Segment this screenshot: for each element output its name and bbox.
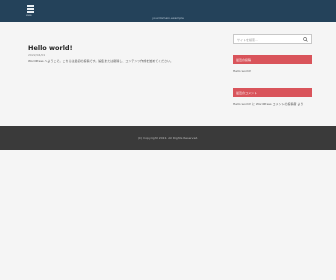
- hamburger-icon-bar: [27, 8, 34, 10]
- copyright-text: (C) Copyright 2022. All Rights Reserved.: [137, 136, 199, 140]
- post-excerpt: WordPress へようこそ。こちらは最初の投稿です。編集または削除し、コンテ…: [28, 59, 174, 63]
- hamburger-icon: [27, 5, 34, 7]
- recent-post-link[interactable]: Hello world!: [233, 69, 313, 74]
- post-date: 2022/04/01: [28, 53, 46, 57]
- post-title[interactable]: Hello world!: [28, 44, 73, 52]
- hamburger-icon-bar: [27, 11, 34, 13]
- site-header: MENU yourdomain.example: [0, 0, 336, 22]
- search-icon[interactable]: [303, 37, 308, 42]
- recent-posts-heading: 最近の投稿: [233, 55, 312, 64]
- recent-comments-heading-label: 最近のコメント: [236, 91, 258, 95]
- search-form[interactable]: サイトを検索…: [233, 34, 312, 44]
- recent-comments-heading: 最近のコメント: [233, 88, 312, 97]
- recent-comment-link[interactable]: Hello world! に WordPress コメントの投稿者 より: [233, 102, 313, 107]
- search-input[interactable]: サイトを検索…: [237, 38, 258, 42]
- site-footer: (C) Copyright 2022. All Rights Reserved.: [0, 126, 336, 150]
- site-url[interactable]: yourdomain.example: [0, 16, 336, 20]
- recent-posts-heading-label: 最近の投稿: [236, 58, 252, 62]
